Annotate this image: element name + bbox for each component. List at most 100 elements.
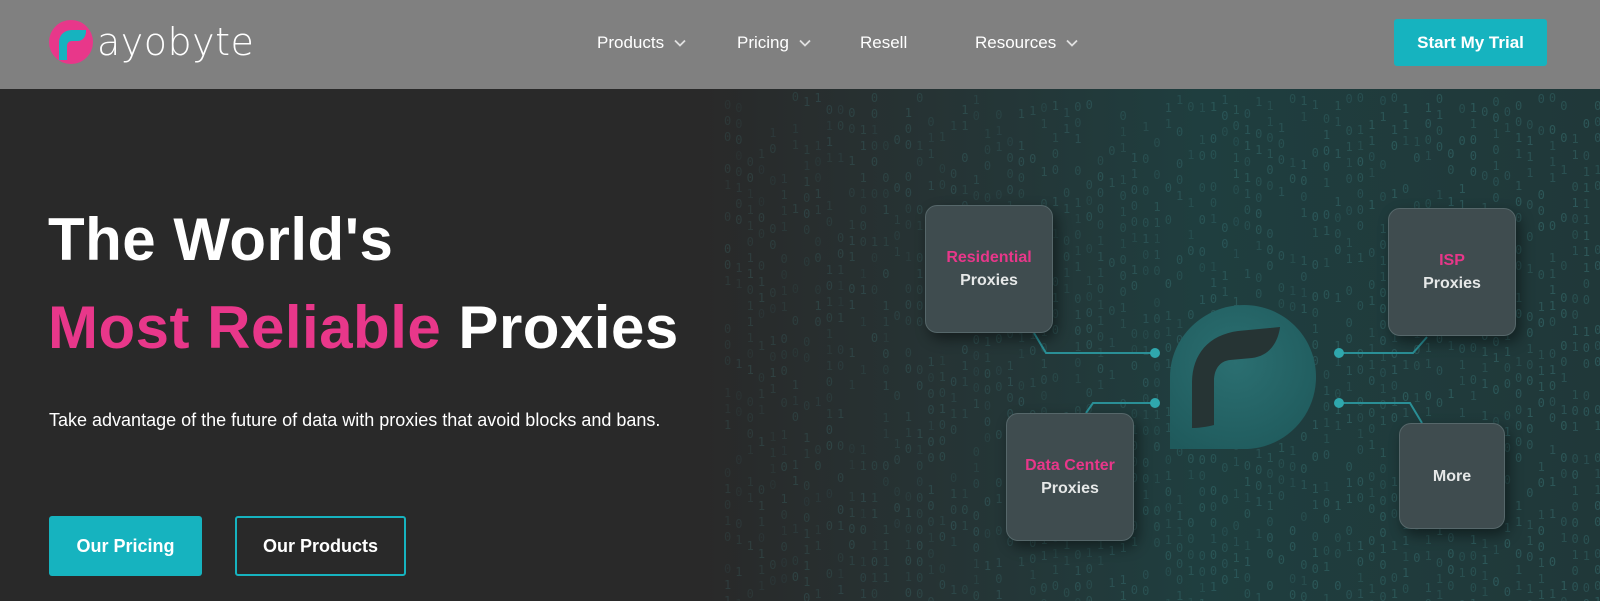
svg-text:0: 0 xyxy=(758,531,765,545)
svg-text:1: 1 xyxy=(1312,546,1319,560)
svg-text:1: 1 xyxy=(1097,298,1104,312)
svg-text:0: 0 xyxy=(1199,549,1206,563)
svg-text:0: 0 xyxy=(1176,269,1183,283)
svg-text:1: 1 xyxy=(1538,364,1545,378)
svg-text:0: 0 xyxy=(1142,248,1149,262)
svg-text:0: 0 xyxy=(747,427,754,441)
ayobyte-logo-icon xyxy=(49,20,93,64)
start-trial-button[interactable]: Start My Trial xyxy=(1394,19,1547,66)
svg-text:1: 1 xyxy=(837,279,844,293)
nav-products[interactable]: Products xyxy=(597,31,687,55)
svg-text:1: 1 xyxy=(814,91,821,105)
svg-text:1: 1 xyxy=(1165,517,1172,531)
svg-text:0: 0 xyxy=(1572,564,1579,578)
svg-text:1: 1 xyxy=(1255,495,1262,509)
svg-text:0: 0 xyxy=(1357,171,1364,185)
svg-text:1: 1 xyxy=(848,218,855,232)
nav-pricing[interactable]: Pricing xyxy=(737,31,812,55)
svg-text:0: 0 xyxy=(1007,135,1014,149)
svg-text:0: 0 xyxy=(1074,116,1081,130)
nav-resources[interactable]: Resources xyxy=(975,31,1079,55)
svg-text:0: 0 xyxy=(1086,338,1093,352)
svg-text:0: 0 xyxy=(984,495,991,509)
svg-text:1: 1 xyxy=(1379,414,1386,428)
isp-proxies-card[interactable]: ISP Proxies xyxy=(1388,208,1516,336)
svg-text:0: 0 xyxy=(927,403,934,417)
svg-text:0: 0 xyxy=(1153,296,1160,310)
svg-text:1: 1 xyxy=(1402,102,1409,116)
svg-text:1: 1 xyxy=(1538,556,1545,570)
svg-text:1: 1 xyxy=(894,437,901,451)
svg-text:1: 1 xyxy=(1425,357,1432,371)
svg-text:0: 0 xyxy=(1300,174,1307,188)
nav-resell[interactable]: Resell xyxy=(860,31,907,55)
svg-text:0: 0 xyxy=(1018,171,1025,185)
svg-text:1: 1 xyxy=(1583,453,1590,467)
svg-text:1: 1 xyxy=(1334,403,1341,417)
svg-text:1: 1 xyxy=(1549,475,1556,489)
svg-text:1: 1 xyxy=(950,487,957,501)
svg-text:1: 1 xyxy=(747,267,754,281)
svg-text:0: 0 xyxy=(1289,540,1296,554)
svg-text:0: 0 xyxy=(1481,105,1488,119)
brand-logo[interactable]: ayobyte xyxy=(48,19,254,65)
svg-text:1: 1 xyxy=(1538,588,1545,601)
svg-text:0: 0 xyxy=(882,187,889,201)
svg-text:0: 0 xyxy=(1357,347,1364,361)
svg-text:0: 0 xyxy=(1233,215,1240,229)
svg-text:1: 1 xyxy=(1549,507,1556,521)
svg-text:1: 1 xyxy=(1391,363,1398,377)
svg-text:1: 1 xyxy=(1594,483,1600,497)
svg-text:0: 0 xyxy=(1323,544,1330,558)
svg-text:1: 1 xyxy=(1244,139,1251,153)
svg-text:1: 1 xyxy=(1210,260,1217,274)
svg-text:0: 0 xyxy=(1199,245,1206,259)
svg-text:0: 0 xyxy=(1425,389,1432,403)
svg-text:0: 0 xyxy=(1334,387,1341,401)
svg-text:0: 0 xyxy=(814,235,821,249)
svg-text:1: 1 xyxy=(961,487,968,501)
svg-text:1: 1 xyxy=(927,531,934,545)
site-header: ayobyte Products Pricing Resell Resource… xyxy=(0,0,1600,89)
svg-text:1: 1 xyxy=(1323,416,1330,430)
our-pricing-button[interactable]: Our Pricing xyxy=(49,516,202,576)
more-proxies-card[interactable]: More xyxy=(1399,423,1505,529)
our-products-button[interactable]: Our Products xyxy=(235,516,406,576)
svg-text:0: 0 xyxy=(1086,386,1093,400)
svg-text:0: 0 xyxy=(1572,516,1579,530)
data-center-proxies-card[interactable]: Data Center Proxies xyxy=(1006,413,1134,541)
svg-text:1: 1 xyxy=(848,234,855,248)
svg-text:1: 1 xyxy=(1470,101,1477,115)
svg-text:1: 1 xyxy=(792,474,799,488)
svg-text:0: 0 xyxy=(1029,152,1036,166)
svg-text:0: 0 xyxy=(1459,134,1466,148)
svg-text:1: 1 xyxy=(950,535,957,549)
svg-text:1: 1 xyxy=(961,519,968,533)
svg-text:0: 0 xyxy=(1436,92,1443,106)
svg-text:1: 1 xyxy=(1233,103,1240,117)
ayobyte-mark-icon xyxy=(1170,305,1316,449)
residential-proxies-card[interactable]: Residential Proxies xyxy=(925,205,1053,333)
svg-text:0: 0 xyxy=(871,155,878,169)
svg-text:1: 1 xyxy=(984,559,991,573)
svg-text:1: 1 xyxy=(950,583,957,597)
svg-text:0: 0 xyxy=(1526,198,1533,212)
svg-text:1: 1 xyxy=(927,179,934,193)
svg-text:0: 0 xyxy=(1526,230,1533,244)
svg-text:0: 0 xyxy=(916,379,923,393)
svg-text:0: 0 xyxy=(758,371,765,385)
svg-text:1: 1 xyxy=(1594,419,1600,433)
svg-text:0: 0 xyxy=(724,162,731,176)
svg-text:1: 1 xyxy=(1538,348,1545,362)
svg-text:1: 1 xyxy=(1470,117,1477,131)
svg-text:0: 0 xyxy=(1436,140,1443,154)
svg-text:0: 0 xyxy=(1176,557,1183,571)
svg-text:1: 1 xyxy=(860,187,867,201)
svg-text:1: 1 xyxy=(1278,185,1285,199)
svg-text:1: 1 xyxy=(1526,134,1533,148)
svg-text:0: 0 xyxy=(1572,308,1579,322)
svg-text:1: 1 xyxy=(735,181,742,195)
svg-text:0: 0 xyxy=(826,279,833,293)
svg-text:1: 1 xyxy=(1142,312,1149,326)
svg-text:0: 0 xyxy=(814,171,821,185)
